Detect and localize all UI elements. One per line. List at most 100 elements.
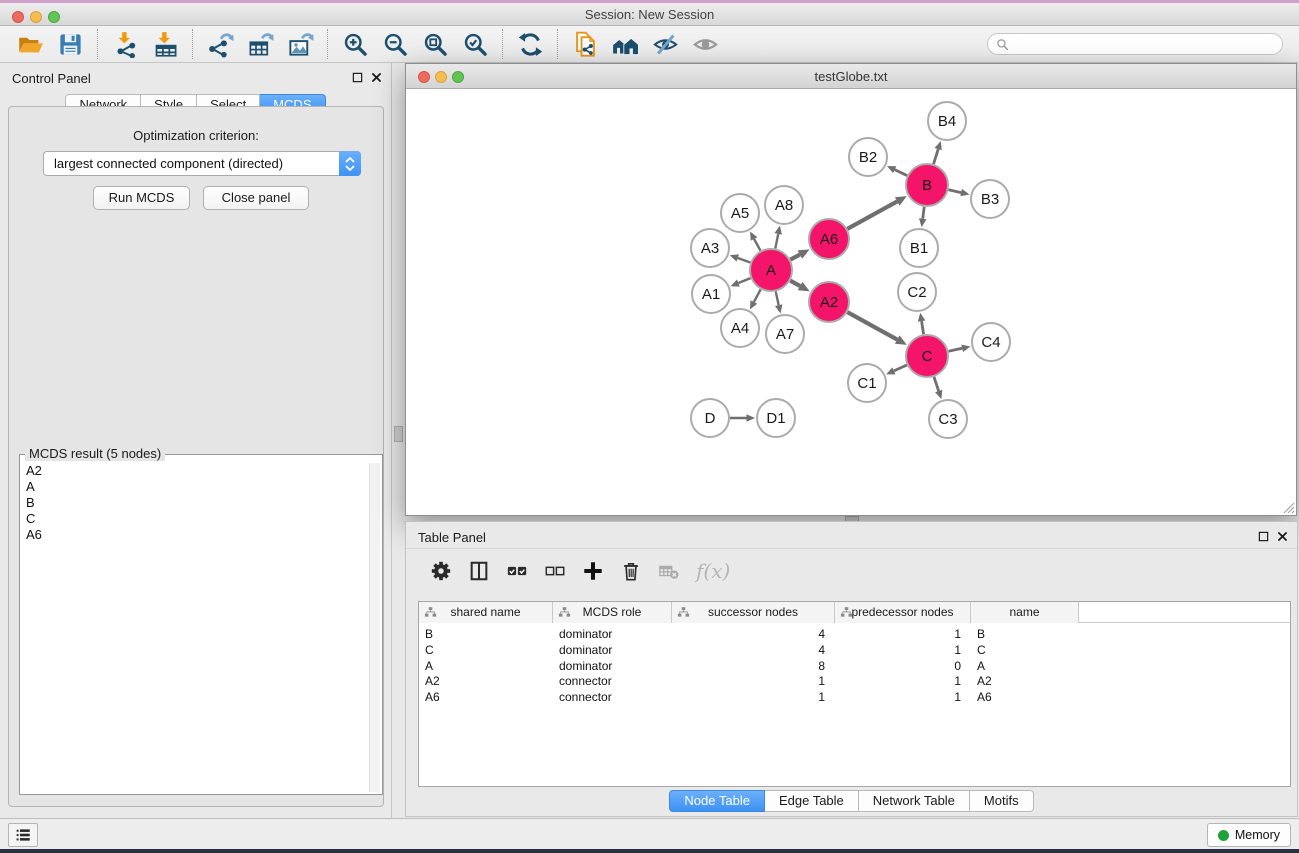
table-cell[interactable]: connector (553, 674, 672, 690)
graph-node-A8[interactable]: A8 (765, 186, 803, 224)
hide-selected-button[interactable] (645, 27, 685, 61)
result-list-scrollbar[interactable] (369, 463, 380, 792)
select-all-button[interactable] (500, 555, 534, 587)
show-all-button[interactable] (685, 27, 725, 61)
table-cell[interactable]: B (419, 627, 553, 643)
graph-node-C3[interactable]: C3 (929, 400, 967, 438)
table-cell[interactable]: 8 (672, 659, 835, 675)
table-row[interactable]: Bdominator41B (419, 627, 1290, 643)
clear-selection-button[interactable] (538, 555, 572, 587)
resize-grip-icon[interactable] (1279, 498, 1295, 514)
table-cell[interactable]: 1 (835, 643, 971, 659)
table-cell[interactable]: 1 (835, 674, 971, 690)
table-cell[interactable]: 0 (835, 659, 971, 675)
edge-B-B1[interactable] (923, 207, 925, 219)
edge-B-B3[interactable] (948, 190, 961, 193)
memory-button[interactable]: Memory (1207, 823, 1291, 847)
float-panel-icon[interactable] (351, 71, 364, 84)
table-row[interactable]: A6connector11A6 (419, 690, 1290, 706)
close-panel-icon[interactable] (370, 71, 383, 84)
table-row[interactable]: Adominator80A (419, 659, 1290, 675)
apply-layout-button[interactable] (510, 27, 550, 61)
edge-A-A8[interactable] (775, 234, 778, 249)
import-table-button[interactable] (145, 27, 185, 61)
tab-network-table[interactable]: Network Table (859, 790, 970, 812)
graph-node-B[interactable]: B (906, 164, 948, 206)
graph-node-D[interactable]: D (691, 399, 729, 437)
new-network-from-selection-button[interactable] (565, 27, 605, 61)
edge-A-A2[interactable] (790, 281, 800, 286)
export-image-button[interactable] (280, 27, 320, 61)
graph-node-B4[interactable]: B4 (928, 102, 966, 140)
column-header-predecessor-nodes[interactable]: predecessor nodes (835, 602, 971, 623)
search-input[interactable] (1014, 37, 1274, 51)
graph-node-D1[interactable]: D1 (757, 399, 795, 437)
zoom-out-button[interactable] (375, 27, 415, 61)
table-cell[interactable]: 1 (835, 690, 971, 706)
edge-B-B2[interactable] (895, 170, 907, 176)
first-neighbors-button[interactable] (605, 27, 645, 61)
close-panel-button[interactable]: Close panel (203, 186, 309, 210)
table-settings-button[interactable] (424, 555, 458, 587)
table-row[interactable]: Cdominator41C (419, 643, 1290, 659)
graph-node-C1[interactable]: C1 (848, 364, 886, 402)
close-panel-icon[interactable] (1276, 530, 1289, 543)
graph-node-A1[interactable]: A1 (692, 275, 730, 313)
export-network-button[interactable] (200, 27, 240, 61)
network-canvas[interactable]: ABCA2A6A1A3A4A5A7A8B1B2B3B4C1C2C3C4DD1 (406, 89, 1296, 515)
export-table-button[interactable] (240, 27, 280, 61)
column-header-mcds-role[interactable]: MCDS role (553, 602, 672, 623)
graph-node-A7[interactable]: A7 (766, 315, 804, 353)
table-cell[interactable]: 4 (672, 627, 835, 643)
tab-node-table[interactable]: Node Table (669, 790, 765, 812)
edge-A-A1[interactable] (738, 278, 750, 283)
graph-node-A6[interactable]: A6 (809, 219, 849, 259)
edge-C-C4[interactable] (948, 348, 962, 351)
table-cell[interactable]: A (971, 659, 1079, 675)
table-cell[interactable]: dominator (553, 659, 672, 675)
graph-node-C4[interactable]: C4 (972, 323, 1010, 361)
table-cell[interactable]: A6 (419, 690, 553, 706)
table-cell[interactable]: 4 (672, 643, 835, 659)
edge-A-A6[interactable] (790, 255, 799, 260)
edge-B-B4[interactable] (934, 149, 939, 164)
float-panel-icon[interactable] (1257, 530, 1270, 543)
delete-column-button[interactable] (614, 555, 648, 587)
result-list-item[interactable]: B (22, 495, 368, 511)
graph-node-B3[interactable]: B3 (971, 180, 1009, 218)
graph-node-A4[interactable]: A4 (721, 309, 759, 347)
edge-C-C1[interactable] (894, 365, 907, 371)
graph-node-C[interactable]: C (906, 335, 948, 377)
import-network-button[interactable] (105, 27, 145, 61)
tab-edge-table[interactable]: Edge Table (765, 790, 859, 812)
zoom-in-button[interactable] (335, 27, 375, 61)
result-list-item[interactable]: A (22, 479, 368, 495)
vertical-splitter-handle[interactable] (394, 426, 403, 442)
table-cell[interactable]: connector (553, 690, 672, 706)
result-list-item[interactable]: A6 (22, 527, 368, 543)
table-cell[interactable]: C (971, 643, 1079, 659)
table-cell[interactable]: 1 (835, 627, 971, 643)
open-session-button[interactable] (10, 27, 50, 61)
network-window-titlebar[interactable]: testGlobe.txt (406, 64, 1296, 89)
table-cell[interactable]: A (419, 659, 553, 675)
graph-node-B1[interactable]: B1 (900, 229, 938, 267)
graph-node-C2[interactable]: C2 (898, 273, 936, 311)
task-history-button[interactable] (8, 823, 38, 847)
zoom-fit-button[interactable] (415, 27, 455, 61)
column-header-shared-name[interactable]: shared name (419, 602, 553, 623)
run-mcds-button[interactable]: Run MCDS (93, 186, 190, 210)
table-cell[interactable]: 1 (672, 690, 835, 706)
tab-motifs[interactable]: Motifs (970, 790, 1034, 812)
graph-node-B2[interactable]: B2 (849, 138, 887, 176)
edge-A2-C[interactable] (847, 312, 897, 339)
add-column-button[interactable] (576, 555, 610, 587)
zoom-selected-button[interactable] (455, 27, 495, 61)
table-cell[interactable]: dominator (553, 627, 672, 643)
graph-node-A[interactable]: A (750, 249, 792, 291)
edge-A-A7[interactable] (776, 291, 779, 305)
table-cell[interactable]: A2 (419, 674, 553, 690)
result-list-item[interactable]: C (22, 511, 368, 527)
column-header-name[interactable]: name (971, 602, 1079, 623)
table-cell[interactable]: B (971, 627, 1079, 643)
